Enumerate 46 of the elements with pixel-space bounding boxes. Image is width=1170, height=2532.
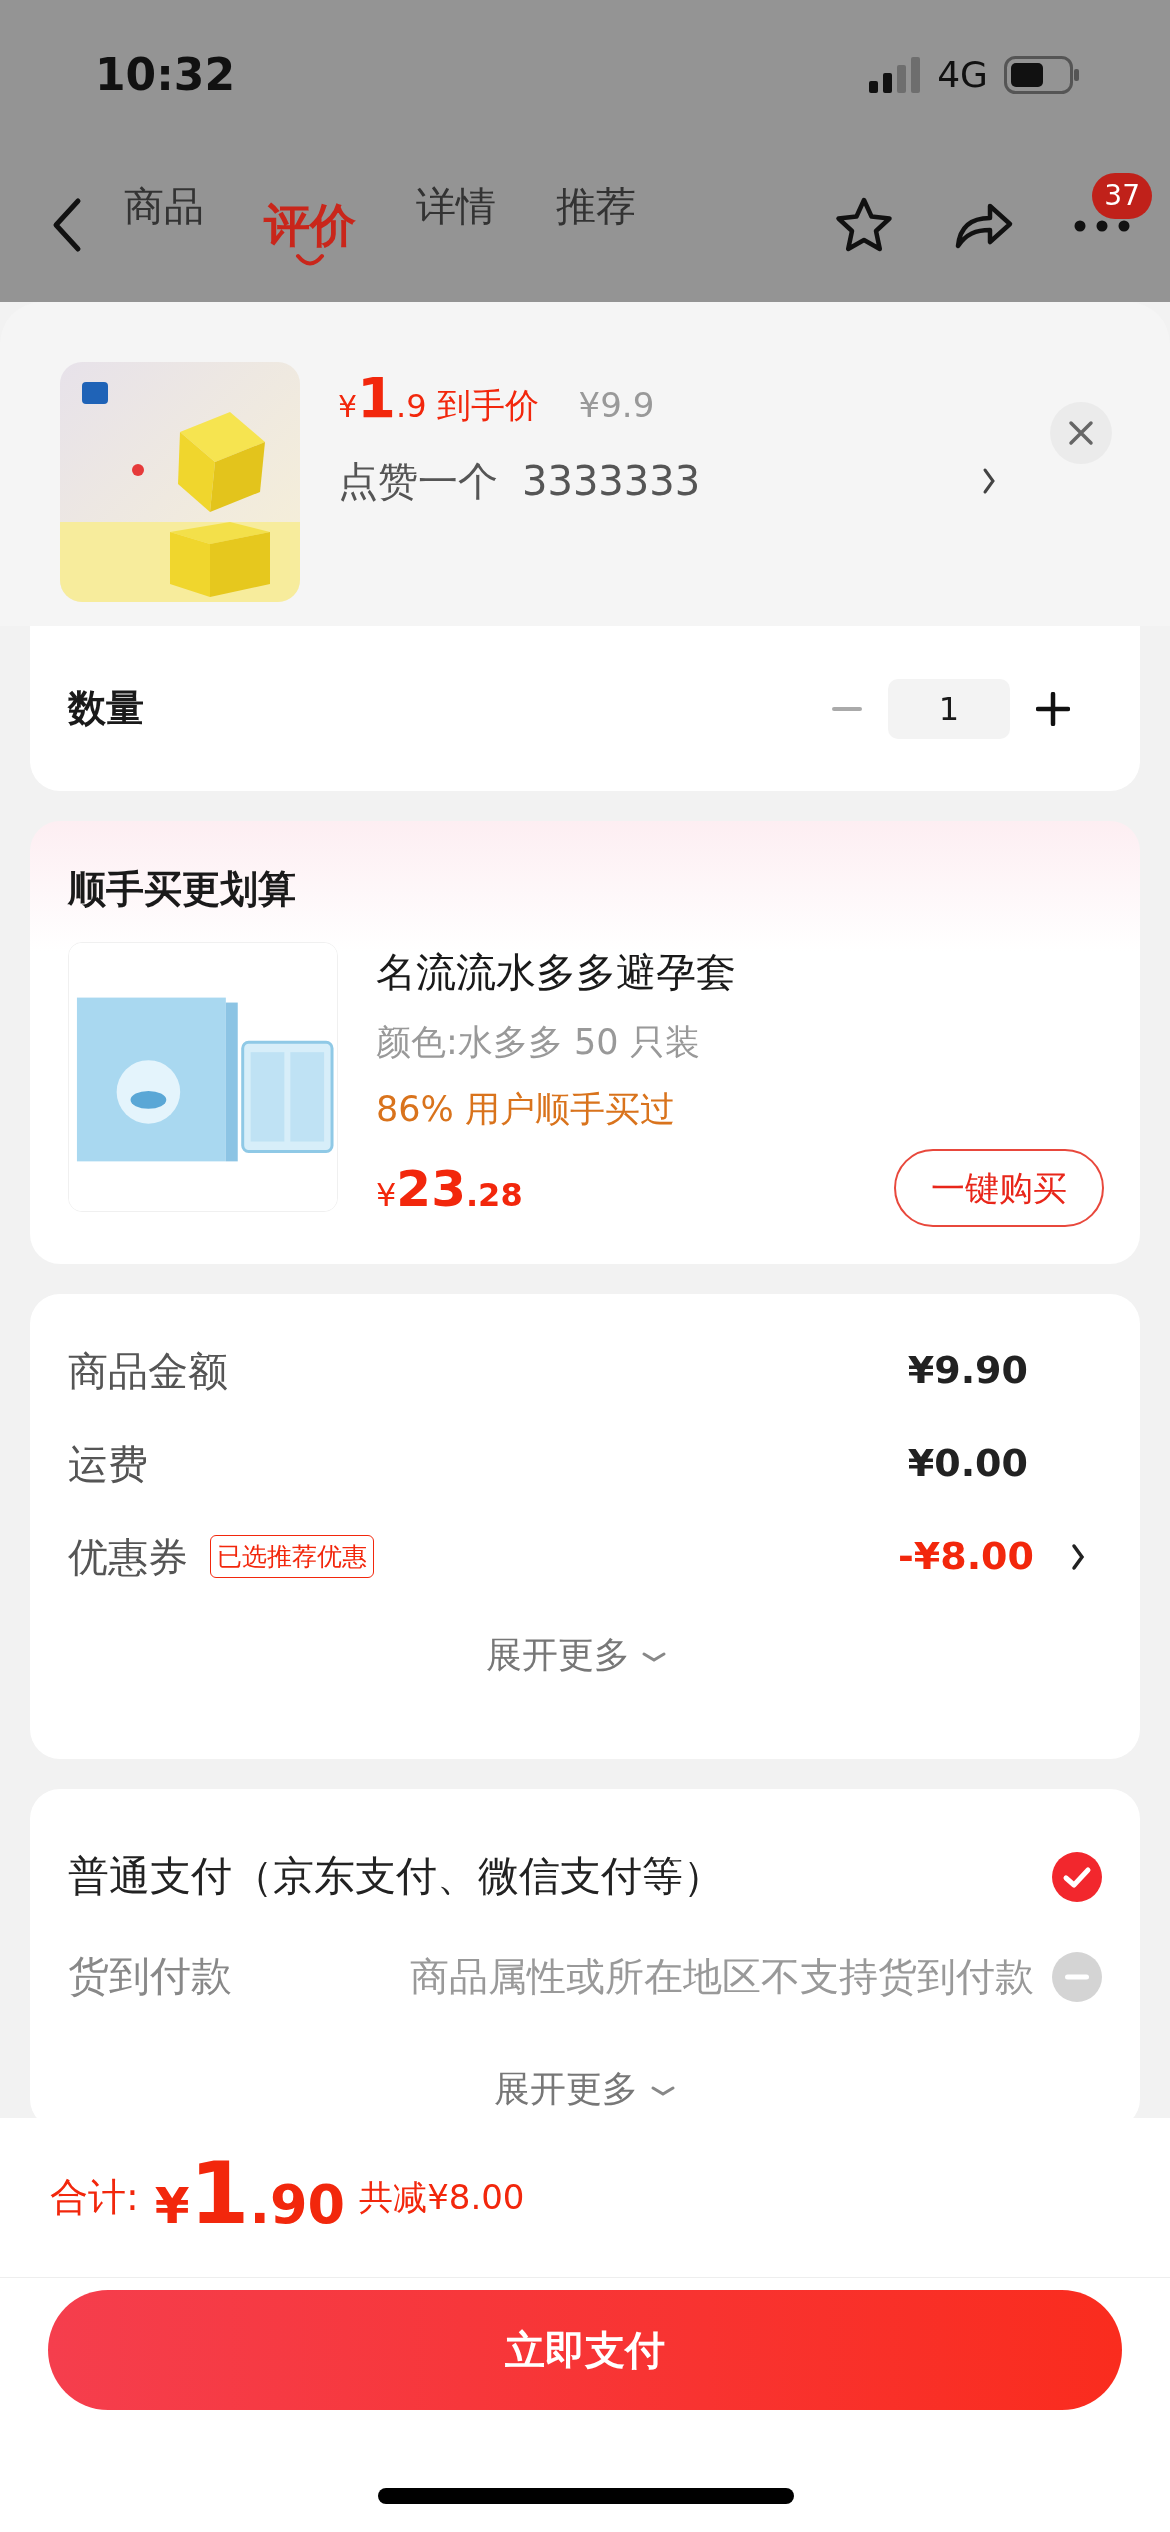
network-label: 4G <box>937 53 988 97</box>
nav-tab[interactable]: 商品 <box>106 182 222 268</box>
price-label: 到手价 <box>436 384 539 427</box>
original-price: ¥9.9 <box>578 384 655 427</box>
expand-more-button[interactable]: 展开更多 <box>479 1627 674 1683</box>
checked-icon[interactable] <box>1052 1852 1102 1902</box>
nav-tab[interactable]: 推荐 <box>538 182 654 268</box>
purchase-rate: 86% 用户顺手买过 <box>376 1087 676 1131</box>
summary-value: ¥9.90 <box>907 1347 1028 1394</box>
summary-label: 商品金额 <box>68 1346 228 1396</box>
buy-button[interactable]: 一键购买 <box>894 1149 1104 1227</box>
summary-label: 优惠券 <box>68 1532 188 1582</box>
notification-badge: 37 <box>1092 173 1152 219</box>
plus-icon[interactable] <box>1036 691 1070 726</box>
coupon-tag: 已选推荐优惠 <box>210 1534 374 1579</box>
nav-tab[interactable]: 详情 <box>398 182 514 268</box>
payment-note: 商品属性或所在地区不支持货到付款 <box>410 1952 1034 2001</box>
total-label: 合计: <box>50 2174 139 2221</box>
spec-name: 点赞一个 <box>338 457 498 506</box>
price: ¥1.9 <box>338 370 427 430</box>
chevron-down-icon[interactable] <box>641 1651 668 1663</box>
section-title: 顺手买更划算 <box>68 866 297 913</box>
summary-value: -¥8.00 <box>898 1533 1034 1580</box>
chevron-right-icon[interactable] <box>1071 1542 1085 1571</box>
battery-icon <box>1004 56 1080 94</box>
product-variant: 颜色:水多多 50 只装 <box>376 1021 701 1064</box>
discount-total: 共减¥8.00 <box>359 2176 525 2219</box>
close-icon[interactable] <box>1068 420 1094 446</box>
chevron-down-icon[interactable] <box>649 2085 676 2097</box>
total-price: ¥1.90 <box>154 2150 346 2245</box>
chevron-right-icon[interactable] <box>982 467 996 495</box>
summary-label: 运费 <box>68 1439 148 1489</box>
smile-icon <box>295 253 325 268</box>
summary-value: ¥0.00 <box>907 1440 1028 1487</box>
more-icon[interactable] <box>1074 219 1130 232</box>
spec-value: 3333333 <box>522 457 701 506</box>
payment-option[interactable]: 普通支付（京东支付、微信支付等） <box>68 1846 724 1908</box>
pay-button[interactable]: 立即支付 <box>48 2290 1122 2410</box>
signal-icon <box>869 57 922 93</box>
quantity-label: 数量 <box>68 685 144 732</box>
status-time: 10:32 <box>95 48 236 102</box>
product-price: ¥23.28 <box>376 1159 523 1220</box>
expand-more-button[interactable]: 展开更多 <box>488 2061 682 2117</box>
quantity-field[interactable]: 1 <box>888 678 1010 739</box>
star-icon[interactable] <box>834 196 894 254</box>
product-name: 名流流水多多避孕套 <box>376 948 737 997</box>
